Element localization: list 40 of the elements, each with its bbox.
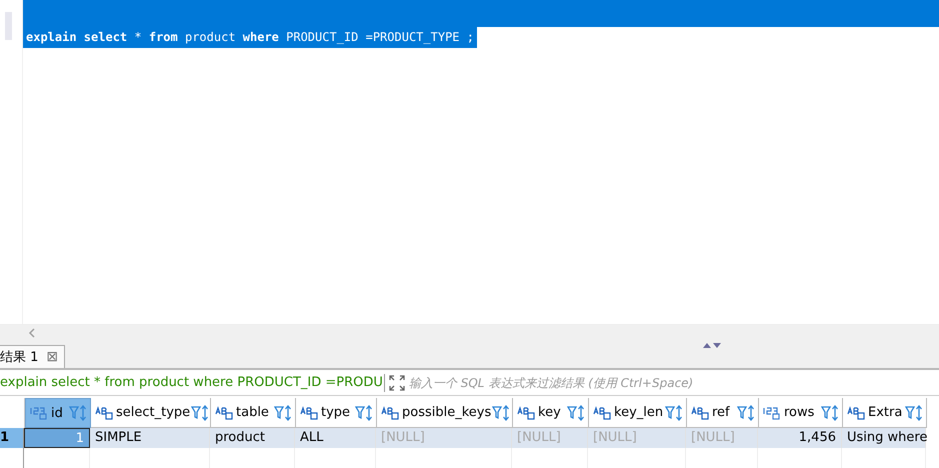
row-number[interactable]: 1 bbox=[0, 428, 24, 448]
text-type-icon bbox=[215, 406, 235, 420]
filter-sort-icon[interactable] bbox=[905, 404, 923, 420]
text-type-icon bbox=[691, 406, 711, 420]
filter-sort-icon[interactable] bbox=[737, 404, 755, 420]
text-type-icon bbox=[95, 406, 115, 420]
results-tab[interactable]: 结果 1 ⊠ bbox=[0, 345, 66, 368]
column-header[interactable]: type bbox=[296, 398, 377, 428]
up-down-arrows-icon[interactable] bbox=[703, 342, 721, 349]
filter-sort-icon[interactable] bbox=[191, 404, 210, 420]
filter-sort-icon[interactable] bbox=[355, 404, 373, 420]
close-icon[interactable]: ⊠ bbox=[46, 349, 58, 366]
column-header[interactable]: rows bbox=[759, 398, 843, 428]
column-header[interactable]: select_type bbox=[91, 398, 211, 428]
text-type-icon bbox=[300, 406, 320, 420]
column-header[interactable]: ref bbox=[687, 398, 759, 428]
table-cell[interactable]: 1,456 bbox=[758, 428, 842, 448]
scroll-left-icon[interactable] bbox=[28, 328, 36, 338]
filter-sort-icon[interactable] bbox=[821, 404, 839, 420]
filter-field[interactable]: 输入一个 SQL 表达式来过滤结果 (使用 Ctrl+Space) bbox=[408, 372, 939, 393]
column-header[interactable]: key bbox=[513, 398, 589, 428]
text-type-icon bbox=[381, 406, 401, 420]
column-header[interactable]: table bbox=[211, 398, 296, 428]
text-type-icon bbox=[517, 406, 537, 420]
column-header[interactable]: key_len bbox=[589, 398, 687, 428]
table-cell[interactable]: Using where bbox=[842, 428, 926, 448]
column-header[interactable]: id bbox=[25, 398, 91, 428]
filter-query[interactable]: explain select * from product where PRODUCT_ID =PRODU bbox=[0, 374, 385, 392]
table-cell[interactable]: product bbox=[210, 428, 295, 448]
filter-sort-icon[interactable] bbox=[567, 404, 585, 420]
filter-sort-icon[interactable] bbox=[492, 404, 510, 420]
text-type-icon bbox=[593, 406, 613, 420]
column-header[interactable]: possible_keys bbox=[377, 398, 513, 428]
table-cell[interactable]: ALL bbox=[295, 428, 376, 448]
text-type-icon bbox=[847, 406, 867, 420]
column-header[interactable]: Extra bbox=[843, 398, 927, 428]
expand-icon[interactable] bbox=[388, 374, 405, 391]
table-cell[interactable]: SIMPLE bbox=[90, 428, 210, 448]
filter-sort-icon[interactable] bbox=[274, 404, 292, 420]
filter-sort-icon[interactable] bbox=[665, 404, 683, 420]
